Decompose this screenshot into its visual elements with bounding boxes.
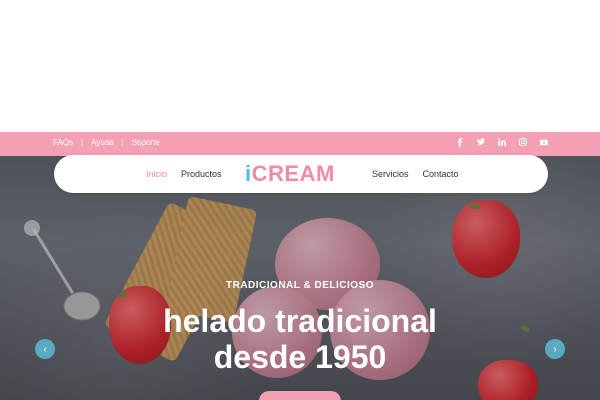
nav-item-inicio[interactable]: Inicio [146,169,167,179]
facebook-icon[interactable] [456,137,464,147]
chevron-right-icon: › [553,343,557,355]
social-links [456,132,548,152]
nav-item-contacto[interactable]: Contacto [423,169,459,179]
carousel-prev-button[interactable]: ‹ [35,339,55,359]
ayuda-link[interactable]: Ayuda [91,138,114,147]
linkedin-icon[interactable] [498,138,506,146]
nav-item-productos[interactable]: Productos [181,169,222,179]
hero-headline-line2: desde 1950 [213,339,387,375]
nav-left-group: Inicio Productos [146,155,222,193]
top-links: FAQs | Ayuda | Soporte [53,132,160,152]
twitter-icon[interactable] [477,138,485,146]
nav-right-group: Servicios Contacto [372,155,459,193]
hero-headline-line1: helado tradicional [163,303,437,339]
separator: | [121,137,124,147]
faqs-link[interactable]: FAQs [53,138,73,147]
chevron-left-icon: ‹ [43,343,47,355]
separator: | [81,137,84,147]
page: FAQs | Ayuda | Soporte Inicio Productos … [0,0,600,400]
main-navbar: Inicio Productos i CREAM Servicios Conta… [54,155,548,193]
nav-item-servicios[interactable]: Servicios [372,169,409,179]
logo-i: i [245,161,252,186]
brand-logo[interactable]: i CREAM [245,161,335,187]
instagram-icon[interactable] [519,138,527,146]
youtube-icon[interactable] [540,138,548,146]
logo-text: CREAM [251,161,335,186]
soporte-link[interactable]: Soporte [132,138,160,147]
carousel-next-button[interactable]: › [545,339,565,359]
top-bar: FAQs | Ayuda | Soporte [0,132,600,156]
hero-cta-button[interactable] [259,391,341,400]
blank-area [0,0,600,132]
hero-eyebrow: TRADICIONAL & DELICIOSO [226,280,374,291]
